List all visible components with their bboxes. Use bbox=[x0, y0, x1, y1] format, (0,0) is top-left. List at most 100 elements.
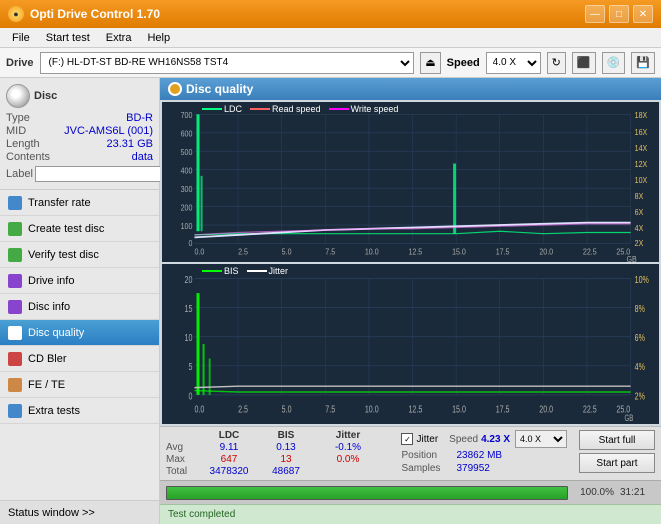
drive-action-button1[interactable]: ⬛ bbox=[572, 52, 596, 74]
svg-text:300: 300 bbox=[181, 184, 193, 194]
sidebar-item-fe-te-label: FE / TE bbox=[28, 379, 65, 391]
drive-info-icon bbox=[8, 274, 22, 288]
disc-label-input[interactable] bbox=[35, 166, 173, 182]
chart1-legend: LDC Read speed Write speed bbox=[202, 104, 398, 114]
sidebar-item-fe-te[interactable]: FE / TE bbox=[0, 372, 159, 398]
svg-text:17.5: 17.5 bbox=[496, 403, 510, 415]
svg-text:500: 500 bbox=[181, 147, 193, 157]
svg-text:7.5: 7.5 bbox=[325, 403, 335, 415]
svg-text:20.0: 20.0 bbox=[539, 247, 553, 257]
svg-text:8X: 8X bbox=[635, 192, 644, 202]
speed-label: Speed bbox=[447, 57, 480, 69]
svg-text:100: 100 bbox=[181, 221, 193, 231]
drive-bar: Drive (F:) HL-DT-ST BD-RE WH16NS58 TST4 … bbox=[0, 48, 661, 78]
svg-text:15: 15 bbox=[185, 303, 193, 315]
svg-text:7.5: 7.5 bbox=[325, 247, 335, 257]
menu-extra[interactable]: Extra bbox=[98, 31, 140, 45]
ldc-legend-color bbox=[202, 108, 222, 110]
sidebar-item-transfer-rate[interactable]: Transfer rate bbox=[0, 190, 159, 216]
svg-text:17.5: 17.5 bbox=[496, 247, 510, 257]
svg-text:4%: 4% bbox=[635, 361, 645, 373]
drive-save-button[interactable]: 💾 bbox=[631, 52, 655, 74]
write-speed-legend-label: Write speed bbox=[351, 104, 399, 114]
svg-text:10X: 10X bbox=[635, 176, 648, 186]
position-value: 23862 MB bbox=[456, 450, 502, 461]
eject-button[interactable]: ⏏ bbox=[420, 52, 440, 74]
maximize-button[interactable]: □ bbox=[609, 5, 629, 23]
sidebar-item-cd-bler[interactable]: CD Bler bbox=[0, 346, 159, 372]
svg-text:14X: 14X bbox=[635, 144, 648, 154]
svg-text:5.0: 5.0 bbox=[282, 403, 292, 415]
start-full-button[interactable]: Start full bbox=[579, 430, 655, 450]
menu-help[interactable]: Help bbox=[139, 31, 178, 45]
position-label: Position bbox=[401, 450, 453, 461]
max-jitter: 0.0% bbox=[322, 454, 374, 465]
minimize-button[interactable]: — bbox=[585, 5, 605, 23]
jitter-legend-label: Jitter bbox=[269, 266, 289, 276]
progress-bar-inner bbox=[167, 487, 567, 499]
stat-bis-header: BIS bbox=[260, 430, 312, 441]
read-speed-legend-color bbox=[250, 108, 270, 110]
transfer-rate-icon bbox=[8, 196, 22, 210]
disc-length-label: Length bbox=[6, 138, 40, 150]
total-ldc: 3478320 bbox=[198, 466, 260, 477]
svg-text:5: 5 bbox=[188, 361, 192, 373]
chart2-legend: BIS Jitter bbox=[202, 266, 288, 276]
svg-text:2X: 2X bbox=[635, 238, 644, 248]
status-completed: Test completed bbox=[160, 504, 661, 524]
svg-text:2%: 2% bbox=[635, 390, 645, 402]
svg-text:5.0: 5.0 bbox=[282, 247, 292, 257]
sidebar-item-disc-info[interactable]: Disc info bbox=[0, 294, 159, 320]
svg-text:22.5: 22.5 bbox=[583, 403, 597, 415]
fe-te-icon bbox=[8, 378, 22, 392]
chart1-container: LDC Read speed Write speed bbox=[162, 102, 659, 262]
close-button[interactable]: ✕ bbox=[633, 5, 653, 23]
drive-select[interactable]: (F:) HL-DT-ST BD-RE WH16NS58 TST4 bbox=[40, 52, 415, 74]
speed-dropdown[interactable]: 4.0 X bbox=[515, 430, 567, 448]
svg-text:0.0: 0.0 bbox=[194, 247, 204, 257]
stats-table: LDC BIS Jitter Avg 9.11 0.13 -0.1% bbox=[166, 430, 395, 477]
chart2-svg: 20 15 10 5 0 10% 8% 6% 4% 2% 0.0 2.5 5.0… bbox=[162, 264, 659, 424]
menu-bar: File Start test Extra Help bbox=[0, 28, 661, 48]
jitter-checkbox[interactable]: ✓ bbox=[401, 433, 413, 445]
svg-text:400: 400 bbox=[181, 166, 193, 176]
sidebar: Disc Type BD-R MID JVC-AMS6L (001) Lengt… bbox=[0, 78, 160, 524]
speed-select[interactable]: 4.0 X bbox=[486, 52, 541, 74]
disc-quality-header: Disc quality bbox=[160, 78, 661, 100]
status-completed-text: Test completed bbox=[168, 509, 235, 520]
sidebar-item-verify-test-disc[interactable]: Verify test disc bbox=[0, 242, 159, 268]
ldc-legend-label: LDC bbox=[224, 104, 242, 114]
disc-mid-label: MID bbox=[6, 125, 26, 137]
disc-quality-icon bbox=[8, 326, 22, 340]
menu-file[interactable]: File bbox=[4, 31, 38, 45]
progress-time: 31:21 bbox=[620, 487, 655, 498]
sidebar-item-extra-tests[interactable]: Extra tests bbox=[0, 398, 159, 424]
status-window-button[interactable]: Status window >> bbox=[0, 500, 159, 524]
svg-text:20: 20 bbox=[185, 274, 193, 286]
svg-text:0.0: 0.0 bbox=[194, 403, 204, 415]
avg-jitter: -0.1% bbox=[322, 442, 374, 453]
svg-text:2.5: 2.5 bbox=[238, 247, 248, 257]
total-bis: 48687 bbox=[260, 466, 312, 477]
menu-start-test[interactable]: Start test bbox=[38, 31, 98, 45]
max-label: Max bbox=[166, 454, 198, 465]
svg-text:22.5: 22.5 bbox=[583, 247, 597, 257]
create-test-disc-icon bbox=[8, 222, 22, 236]
svg-text:2.5: 2.5 bbox=[238, 403, 248, 415]
avg-ldc: 9.11 bbox=[198, 442, 260, 453]
sidebar-item-disc-quality[interactable]: Disc quality bbox=[0, 320, 159, 346]
svg-text:15.0: 15.0 bbox=[452, 403, 466, 415]
sidebar-item-create-test-disc[interactable]: Create test disc bbox=[0, 216, 159, 242]
svg-text:GB: GB bbox=[627, 254, 637, 262]
main-content: Disc Type BD-R MID JVC-AMS6L (001) Lengt… bbox=[0, 78, 661, 524]
drive-action-button2[interactable]: 💿 bbox=[602, 52, 626, 74]
sidebar-item-drive-info[interactable]: Drive info bbox=[0, 268, 159, 294]
svg-text:20.0: 20.0 bbox=[539, 403, 553, 415]
sidebar-item-disc-quality-label: Disc quality bbox=[28, 327, 84, 339]
speed-refresh-button[interactable]: ↻ bbox=[547, 52, 566, 74]
start-part-button[interactable]: Start part bbox=[579, 453, 655, 473]
verify-test-disc-icon bbox=[8, 248, 22, 262]
avg-label: Avg bbox=[166, 442, 198, 453]
bis-legend-color bbox=[202, 270, 222, 272]
app-icon: ● bbox=[8, 6, 24, 22]
